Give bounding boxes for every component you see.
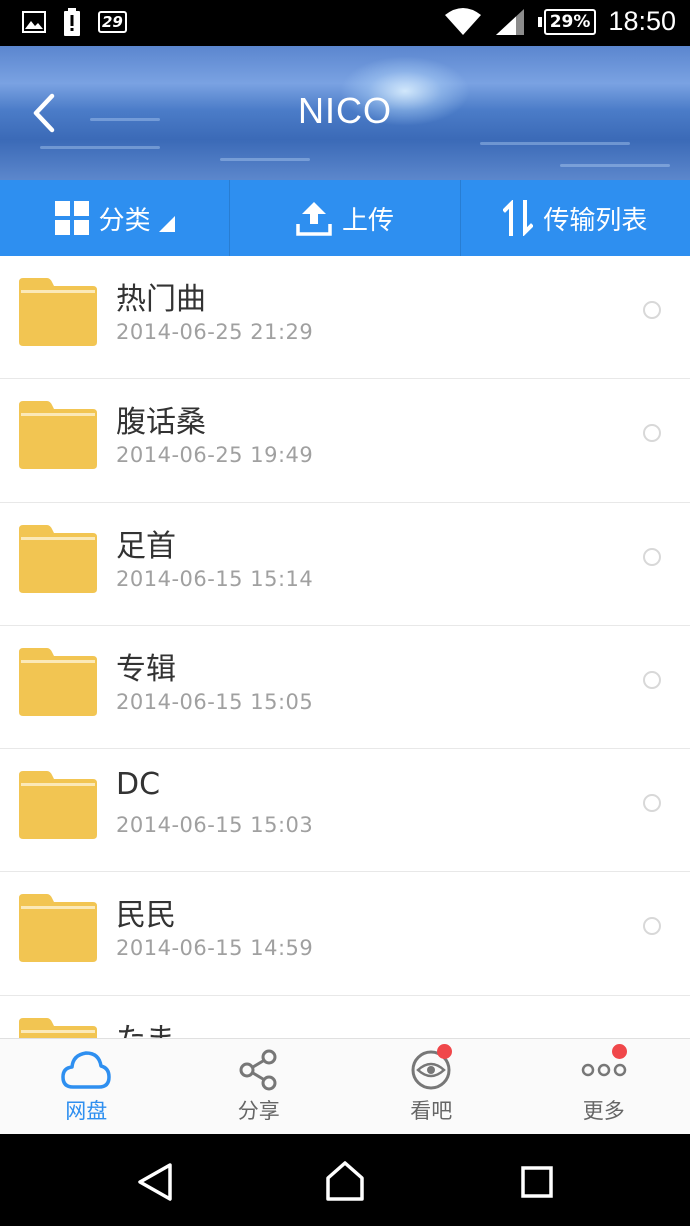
folder-name: 腹话桑 — [116, 405, 206, 441]
select-radio[interactable] — [643, 547, 661, 566]
list-item[interactable]: 热门曲 2014-06-25 21:29 — [0, 256, 690, 380]
tab-label: 看吧 — [410, 1099, 453, 1123]
header: NICO — [0, 46, 690, 180]
tab-label: 更多 — [582, 1099, 625, 1123]
notification-badge — [437, 1044, 452, 1059]
file-list: 热门曲 2014-06-25 21:29 腹话桑 2014-06-25 19:4… — [0, 256, 690, 1038]
battery-alert-icon — [64, 8, 80, 36]
list-item[interactable]: たま — [0, 996, 690, 1038]
tab-label: 分享 — [237, 1099, 280, 1123]
folder-icon — [19, 401, 97, 470]
back-triangle-icon[interactable] — [136, 1162, 174, 1202]
select-radio[interactable] — [643, 794, 661, 813]
signal-icon — [495, 8, 524, 35]
transfer-arrows-icon — [503, 200, 534, 236]
battery-icon: 29% — [537, 8, 597, 35]
dropdown-triangle-icon — [158, 216, 175, 232]
upload-label: 上传 — [341, 205, 394, 236]
list-item[interactable]: 腹话桑 2014-06-25 19:49 — [0, 379, 690, 503]
list-item[interactable]: DC 2014-06-15 15:03 — [0, 749, 690, 873]
header-wave — [560, 164, 670, 167]
select-radio[interactable] — [643, 424, 661, 443]
list-item[interactable]: 足首 2014-06-15 15:14 — [0, 503, 690, 626]
folder-icon — [19, 894, 97, 963]
folder-icon — [19, 1017, 97, 1038]
list-item[interactable]: 专辑 2014-06-15 15:05 — [0, 626, 690, 750]
image-icon — [22, 11, 46, 33]
tab-kanba[interactable]: 看吧 — [345, 1039, 518, 1134]
tab-label: 网盘 — [65, 1099, 108, 1123]
wifi-icon — [444, 7, 481, 35]
category-label: 分类 — [98, 205, 151, 236]
status-bar: 29 29% 18:50 — [0, 0, 690, 46]
select-radio[interactable] — [643, 670, 661, 689]
folder-name: 足首 — [116, 528, 176, 564]
folder-date: 2014-06-15 15:05 — [116, 689, 314, 714]
recent-apps-icon[interactable] — [521, 1166, 553, 1198]
transfer-list-label: 传输列表 — [543, 205, 648, 236]
folder-icon — [19, 647, 97, 716]
header-wave — [40, 146, 160, 149]
home-icon[interactable] — [325, 1160, 365, 1202]
folder-name: 热门曲 — [116, 282, 206, 317]
folder-icon — [19, 771, 97, 840]
folder-name: 民民 — [116, 898, 176, 934]
page-title: NICO — [298, 90, 392, 131]
folder-icon — [19, 524, 97, 593]
tab-share[interactable]: 分享 — [173, 1039, 346, 1134]
folder-name: たま — [116, 1014, 175, 1038]
notification-badge — [611, 1044, 627, 1059]
transfer-list-button[interactable]: 传输列表 — [459, 180, 690, 256]
list-item[interactable]: 民民 2014-06-15 14:59 — [0, 872, 690, 996]
upload-button[interactable]: 上传 — [229, 180, 459, 256]
folder-date: 2014-06-15 14:59 — [116, 936, 314, 961]
folder-name: 专辑 — [116, 651, 176, 687]
folder-date: 2014-06-25 19:49 — [116, 443, 314, 468]
clock: 18:50 — [608, 6, 676, 36]
folder-icon — [19, 278, 97, 346]
upload-icon — [296, 202, 332, 236]
action-toolbar: 分类 上传 传输列表 — [0, 180, 690, 256]
folder-date: 2014-06-15 15:14 — [116, 566, 314, 591]
select-radio[interactable] — [643, 917, 661, 936]
tab-netdisk[interactable]: 网盘 — [0, 1039, 173, 1134]
folder-date: 2014-06-15 15:03 — [116, 813, 314, 838]
header-wave — [480, 142, 630, 145]
category-button[interactable]: 分类 — [0, 180, 229, 256]
bottom-tab-bar: 网盘 分享 看吧 更多 — [0, 1038, 690, 1134]
tab-more[interactable]: 更多 — [518, 1039, 690, 1134]
header-wave — [220, 158, 310, 161]
grid-icon — [54, 201, 89, 235]
select-radio[interactable] — [643, 301, 661, 319]
cloud-icon — [61, 1051, 111, 1089]
share-icon — [239, 1049, 277, 1091]
folder-name: DC — [116, 767, 161, 803]
system-navigation-bar — [0, 1134, 690, 1226]
notification-icon: 29 — [98, 11, 127, 33]
folder-date: 2014-06-25 21:29 — [116, 320, 314, 344]
